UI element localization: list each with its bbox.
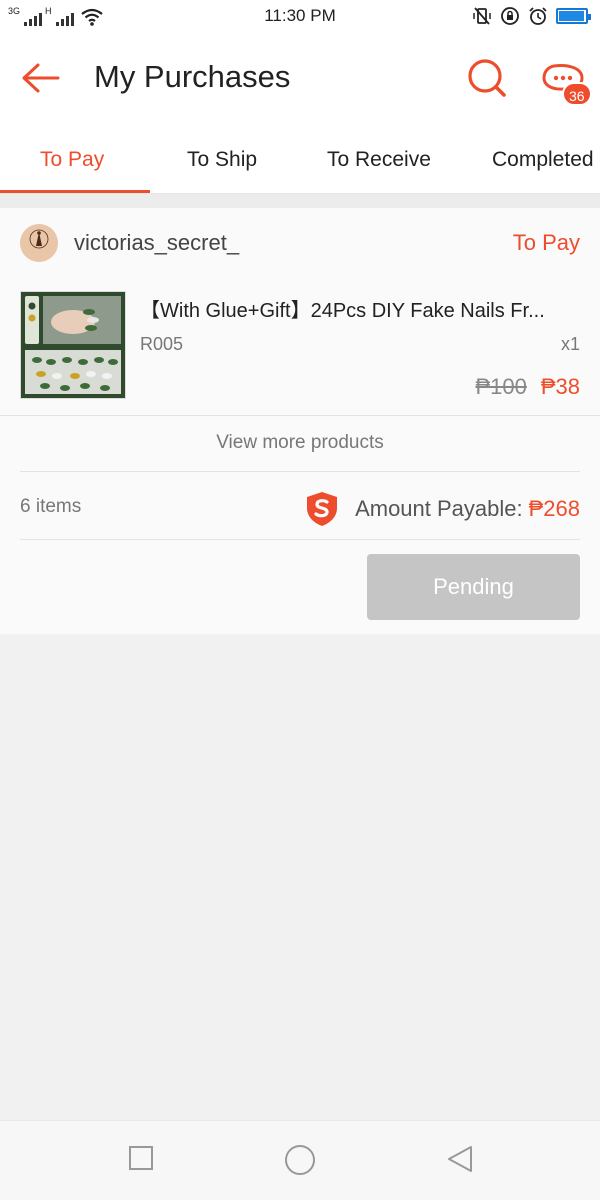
back-button[interactable] [18,56,62,100]
system-navigation-bar [0,1120,600,1200]
shopee-guarantee-shield-icon [307,492,338,526]
battery-icon [556,8,591,24]
pending-button[interactable]: Pending [367,554,580,620]
back-nav-icon[interactable] [446,1145,474,1173]
rotation-lock-icon [501,7,519,25]
status-icons [472,6,591,26]
app-header: My Purchases 36 [0,32,600,122]
page-title: My Purchases [94,59,291,94]
alarm-icon [529,7,547,25]
price-row: ₱100 ₱38 [475,374,580,400]
recent-apps-icon[interactable] [128,1145,154,1171]
search-button[interactable] [462,54,512,104]
view-more-products-link[interactable]: View more products [0,432,600,454]
purchase-tabs: To Pay To Ship To Receive Completed [0,122,600,194]
amount-payable-label: Amount Payable: [355,496,523,521]
back-arrow-icon [22,63,60,93]
vibrate-off-icon [473,7,491,25]
chat-notification-badge: 36 [562,82,592,106]
status-bar: 3G H 11:30 PM [0,0,600,32]
amount-payable-value: ₱268 [528,496,580,521]
divider [20,539,580,540]
product-name[interactable]: 【With Glue+Gift】24Pcs DIY Fake Nails Fr.… [140,294,580,323]
discounted-price: ₱38 [540,374,580,399]
product-image [21,292,125,398]
original-price: ₱100 [475,374,527,399]
section-gap [0,194,600,208]
home-icon[interactable] [284,1144,316,1176]
order-card[interactable]: victorias_secret_ To Pay 【With Glue+Gift… [0,208,600,634]
divider [0,415,600,416]
shop-logo-icon [20,224,58,262]
search-icon [468,59,506,97]
product-variation: R005 [140,334,184,354]
order-status: To Pay [512,230,580,255]
tab-to-pay[interactable]: To Pay [40,122,104,193]
tab-completed[interactable]: Completed [492,122,594,193]
tab-to-receive[interactable]: To Receive [327,122,431,193]
shop-name[interactable]: victorias_secret_ [74,230,239,256]
divider [20,471,580,472]
amount-payable: Amount Payable: ₱268 [303,490,580,528]
shop-avatar [20,224,58,262]
product-thumbnail[interactable] [20,291,126,399]
items-count: 6 items [20,496,82,517]
product-quantity: x1 [560,334,580,354]
tab-to-ship[interactable]: To Ship [187,122,257,193]
